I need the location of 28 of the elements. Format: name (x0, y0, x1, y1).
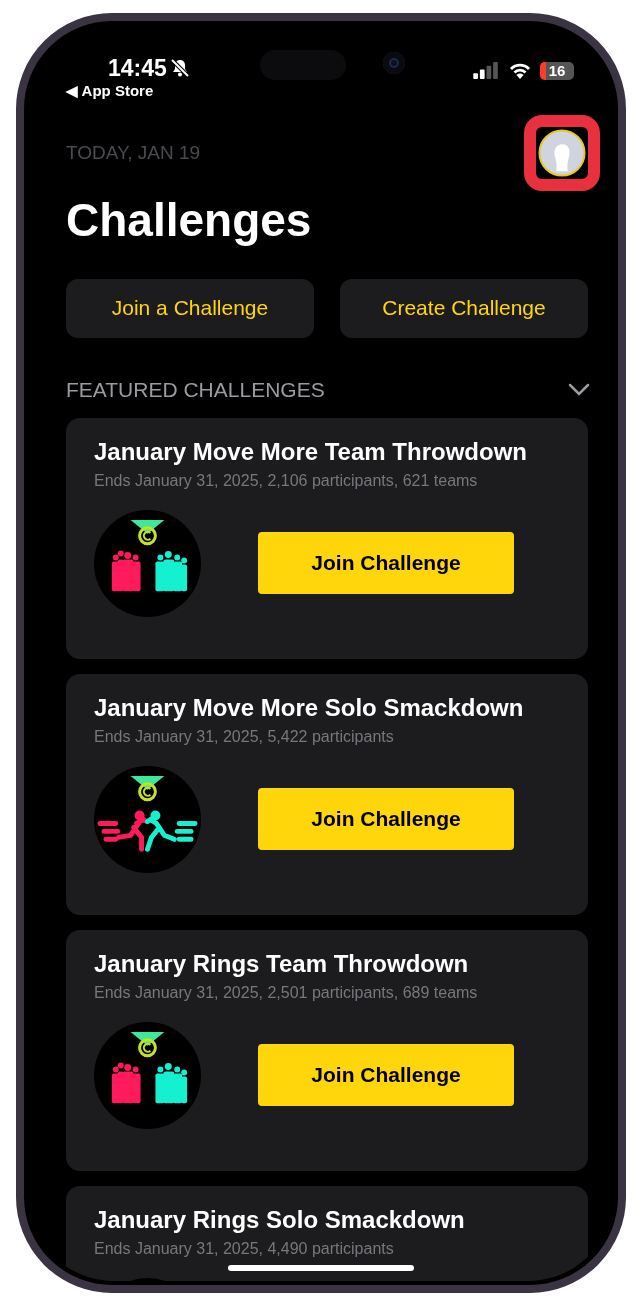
challenge-card[interactable]: January Rings Solo Smackdown Ends January 31, 2025, 4,490 participants (66, 1185, 588, 1281)
action-button[interactable]: Join a Challenge (66, 278, 314, 338)
challenge-details: Ends January 31, 2025, 5,422 participants (94, 727, 395, 746)
challenge-title: January Move More Solo Smackdown (94, 693, 525, 722)
avatar-icon[interactable] (538, 128, 586, 177)
status-time: 14:45 (108, 54, 167, 81)
back-link[interactable]: ◀ App Store (66, 81, 154, 100)
challenge-card[interactable]: January Move More Solo Smackdown Ends January 31, 2025, 5,422 participants Join Challenge (66, 673, 588, 915)
challenge-title: January Move More Team Throwdown (94, 437, 528, 466)
page-title: Challenges (66, 192, 313, 247)
challenge-title: January Rings Solo Smackdown (94, 1205, 466, 1234)
chevron-icon[interactable] (568, 382, 590, 397)
join-challenge-button[interactable]: Join Challenge (258, 788, 514, 850)
join-challenge-button[interactable]: Join Challenge (258, 1044, 514, 1106)
action-button[interactable]: Create Challenge (340, 278, 588, 338)
wifi-icon (508, 61, 532, 80)
challenge-card[interactable]: January Move More Team Throwdown Ends January 31, 2025, 2,106 participants, 621 teams Join Challenge (66, 417, 588, 659)
challenge-card[interactable]: January Rings Team Throwdown Ends January 31, 2025, 2,501 participants, 689 teams Join Challenge (66, 929, 588, 1171)
challenge-details: Ends January 31, 2025, 2,106 participants, 621 teams (94, 471, 479, 490)
challenge-details: Ends January 31, 2025, 4,490 participants (94, 1239, 395, 1258)
signal-icon (473, 62, 500, 79)
challenge-title: January Rings Team Throwdown (94, 949, 470, 978)
section-title: FEATURED CHALLENGES (66, 377, 325, 402)
challenge-details: Ends January 31, 2025, 2,501 participants, 689 teams (94, 983, 479, 1002)
date-label: TODAY, JAN 19 (66, 141, 201, 164)
battery-indicator: 16 (540, 61, 574, 80)
camera-icon (383, 51, 405, 74)
join-challenge-button[interactable]: Join Challenge (258, 532, 514, 594)
